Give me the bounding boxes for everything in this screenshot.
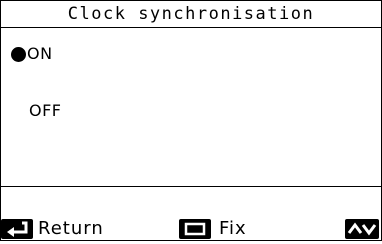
square-button-icon (179, 219, 211, 239)
selected-dot-icon (11, 47, 26, 62)
controller-screen: Clock synchronisation ON OFF Return Fix (0, 0, 382, 241)
fix-label: Fix (219, 218, 247, 239)
up-down-arrows-icon (345, 219, 379, 239)
return-label: Return (38, 218, 104, 239)
option-off[interactable]: OFF (1, 98, 381, 124)
title-bar: Clock synchronisation (1, 1, 381, 28)
footer-divider (1, 186, 381, 187)
return-arrow-icon (1, 219, 33, 239)
softkey-bar: Return Fix (1, 209, 381, 242)
option-on[interactable]: ON (1, 41, 381, 67)
option-on-label: ON (27, 44, 53, 63)
option-off-label: OFF (29, 101, 62, 120)
page-title: Clock synchronisation (67, 4, 315, 24)
